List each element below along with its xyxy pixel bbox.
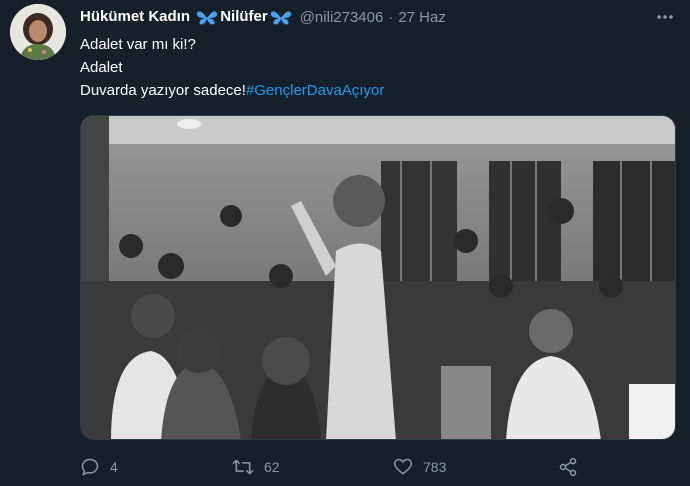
like-button[interactable]: 783	[393, 455, 446, 479]
author-name-part1: Hükümet Kadın	[80, 8, 191, 26]
reply-count: 4	[110, 459, 118, 475]
tweet-line: Duvarda yazıyor sadece!#GençlerDavaAçıyo…	[80, 79, 384, 102]
more-horizontal-icon	[657, 15, 673, 19]
author-name-part2: Nilüfer	[220, 8, 268, 26]
tweet-line: Adalet var mı ki!?	[80, 36, 196, 53]
tweet-text: Adalet var mı ki!? Adalet Duvarda yazıyo…	[80, 33, 384, 102]
share-icon	[559, 457, 577, 477]
reply-icon	[81, 458, 99, 476]
separator-dot: ·	[388, 8, 394, 26]
share-button[interactable]	[558, 455, 578, 479]
tweet-line-text: Duvarda yazıyor sadece!	[80, 82, 246, 99]
retweet-count: 62	[264, 459, 280, 475]
heart-icon	[393, 458, 413, 475]
courtroom-photo-icon	[81, 116, 675, 439]
butterfly-icon	[197, 10, 218, 24]
tweet-line: Adalet	[80, 59, 123, 76]
avatar-photo-icon	[10, 4, 66, 60]
author-handle[interactable]: @nili273406	[300, 9, 384, 26]
avatar[interactable]	[10, 4, 66, 60]
butterfly-icon	[270, 10, 291, 24]
tweet-actions: 4 62 783	[80, 455, 590, 479]
retweet-icon	[232, 459, 254, 475]
hashtag-link[interactable]: #GençlerDavaAçıyor	[246, 82, 384, 99]
reply-button[interactable]: 4	[80, 455, 118, 479]
like-count: 783	[423, 459, 447, 475]
tweet-media[interactable]	[80, 115, 676, 440]
retweet-button[interactable]: 62	[232, 455, 280, 479]
tweet-header: Hükümet Kadın Nilüfer @nili273406 · 27 H…	[80, 6, 676, 28]
author-name[interactable]: Hükümet Kadın Nilüfer	[80, 8, 294, 25]
tweet-date[interactable]: 27 Haz	[398, 9, 446, 26]
more-options-button[interactable]	[654, 6, 676, 28]
